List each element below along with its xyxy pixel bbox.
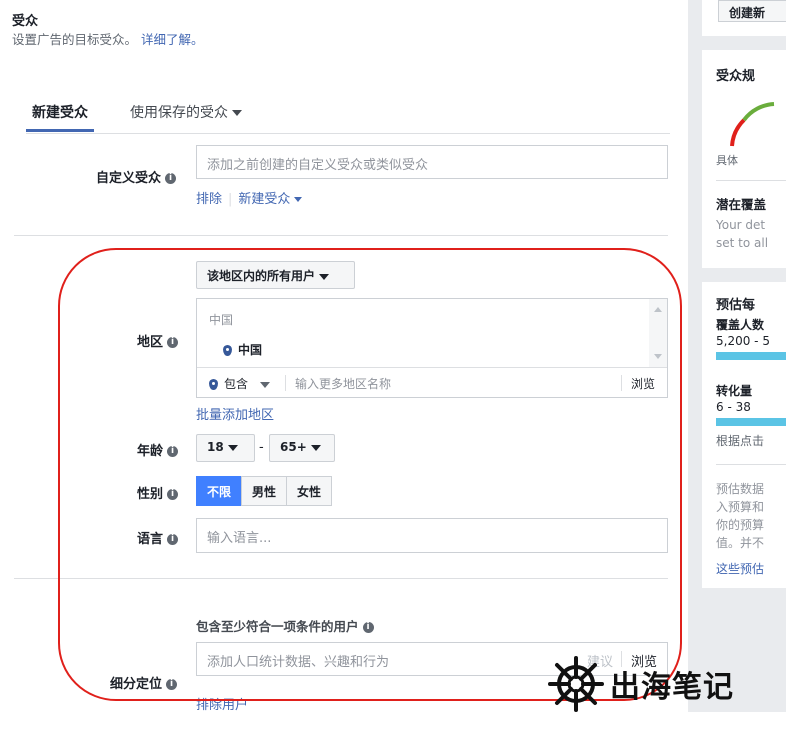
divider	[716, 180, 786, 181]
location-box: 中国 中国 包含 输入更多地区名称 浏览	[196, 298, 668, 398]
estimate-note-4: 值。并不	[716, 536, 765, 550]
tab-new-audience[interactable]: 新建受众	[26, 102, 94, 132]
info-icon[interactable]: i	[165, 173, 177, 184]
info-icon[interactable]: i	[167, 446, 179, 457]
custom-audience-input[interactable]: 添加之前创建的自定义受众或类似受众	[196, 145, 668, 179]
info-icon[interactable]: i	[362, 622, 374, 633]
exclude-link[interactable]: 排除	[196, 192, 222, 207]
separator: |	[228, 192, 233, 207]
estimate-note-3: 你的预算	[716, 518, 765, 532]
section-subtitle: 设置广告的目标受众。 详细了解。	[12, 32, 204, 47]
audience-gauge	[730, 102, 775, 147]
gender-option-female[interactable]: 女性	[286, 476, 333, 506]
detailed-targeting-header: 包含至少符合一项条件的用户 i	[196, 616, 374, 635]
conversions-value: 6 - 38	[716, 400, 751, 414]
selected-location[interactable]: 中国	[223, 341, 262, 358]
audience-size-title: 受众规	[716, 69, 756, 84]
conversions-label: 转化量	[716, 384, 753, 398]
estimate-title: 预估每	[716, 298, 756, 313]
gauge-red-arc	[730, 118, 746, 147]
info-icon[interactable]: i	[167, 489, 179, 500]
info-icon[interactable]: i	[167, 337, 179, 348]
estimate-note-2: 入预算和	[716, 500, 765, 514]
ship-wheel-icon	[548, 656, 604, 712]
right-sidebar: 创建新 受众规 具体 潜在覆盖 Your det set to all 预估每 …	[702, 0, 786, 712]
gender-selector: 不限 男性 女性	[196, 476, 333, 506]
tab-saved-audience[interactable]: 使用保存的受众	[130, 102, 242, 122]
language-label: 语言 i	[137, 528, 179, 547]
scroll-up-icon[interactable]	[654, 307, 662, 312]
location-pin-icon	[223, 345, 232, 356]
column-gap	[688, 0, 702, 712]
custom-audience-links: 排除 | 新建受众	[196, 188, 303, 207]
estimate-note-1: 预估数据	[716, 482, 765, 496]
divider	[14, 235, 668, 236]
reach-label: 覆盖人数	[716, 318, 765, 332]
gender-option-all[interactable]: 不限	[196, 476, 243, 506]
section-title: 受众	[12, 14, 39, 29]
gauge-specific-label: 具体	[716, 154, 738, 167]
info-icon[interactable]: i	[167, 534, 179, 545]
reach-note-line-2: set to all	[716, 236, 769, 250]
learn-more-link[interactable]: 详细了解。	[141, 32, 204, 47]
age-max-dropdown[interactable]: 65+	[269, 434, 335, 462]
conversions-bar	[716, 418, 786, 426]
reach-bar	[716, 352, 786, 360]
audience-panel: 受众 设置广告的目标受众。 详细了解。 新建受众 使用保存的受众 自定义受众 i …	[0, 0, 688, 712]
bottom-margin	[0, 712, 786, 732]
location-scrollbar[interactable]	[649, 299, 667, 367]
create-new-button[interactable]: 创建新	[718, 0, 786, 22]
separator	[621, 375, 622, 391]
detailed-targeting-label: 细分定位 i	[110, 673, 178, 692]
custom-audience-label: 自定义受众 i	[96, 167, 177, 186]
based-on-label: 根据点击	[716, 434, 765, 448]
location-country-heading: 中国	[209, 313, 234, 327]
exclude-people-link[interactable]: 排除用户	[196, 694, 248, 712]
caret-down-icon	[319, 273, 330, 280]
gender-label: 性别 i	[137, 483, 179, 502]
caret-down-icon	[310, 444, 321, 451]
gender-option-male[interactable]: 男性	[241, 476, 288, 506]
location-label: 地区 i	[137, 331, 179, 350]
info-icon[interactable]: i	[166, 679, 178, 690]
watermark: 出海笔记	[548, 656, 734, 712]
caret-down-icon	[260, 381, 271, 388]
age-min-dropdown[interactable]: 18	[196, 434, 255, 462]
location-browse-button[interactable]: 浏览	[631, 375, 655, 392]
reach-note-line-1: Your det	[716, 218, 766, 232]
age-range-dash: -	[259, 440, 264, 455]
location-search-input[interactable]: 输入更多地区名称	[295, 375, 391, 392]
separator	[285, 375, 286, 391]
caret-down-icon	[232, 110, 242, 116]
scroll-down-icon[interactable]	[654, 354, 662, 359]
these-estimates-link[interactable]: 这些预估	[716, 560, 764, 577]
age-label: 年龄 i	[137, 440, 179, 459]
location-input-row: 包含 输入更多地区名称 浏览	[197, 367, 667, 397]
location-pin-icon	[209, 379, 218, 390]
include-dropdown[interactable]: 包含	[209, 375, 271, 392]
location-filter-dropdown[interactable]: 该地区内的所有用户	[196, 261, 355, 289]
divider	[716, 464, 786, 465]
estimate-card: 预估每 覆盖人数 5,200 - 5 转化量 6 - 38 根据点击 预估数据 …	[702, 282, 786, 588]
watermark-text: 出海笔记	[610, 670, 734, 705]
audience-size-card: 受众规 具体 潜在覆盖 Your det set to all	[702, 50, 786, 268]
bulk-add-locations-link[interactable]: 批量添加地区	[196, 404, 274, 423]
create-card: 创建新	[702, 0, 786, 36]
language-input[interactable]: 输入语言...	[196, 518, 668, 553]
gauge-green-arc	[742, 102, 775, 122]
divider	[14, 578, 668, 579]
potential-reach-label: 潜在覆盖	[716, 197, 767, 212]
audience-tabs: 新建受众 使用保存的受众	[26, 98, 670, 134]
reach-value: 5,200 - 5	[716, 334, 770, 348]
caret-down-icon	[294, 197, 303, 202]
new-audience-link[interactable]: 新建受众	[238, 192, 303, 207]
caret-down-icon	[227, 444, 238, 451]
